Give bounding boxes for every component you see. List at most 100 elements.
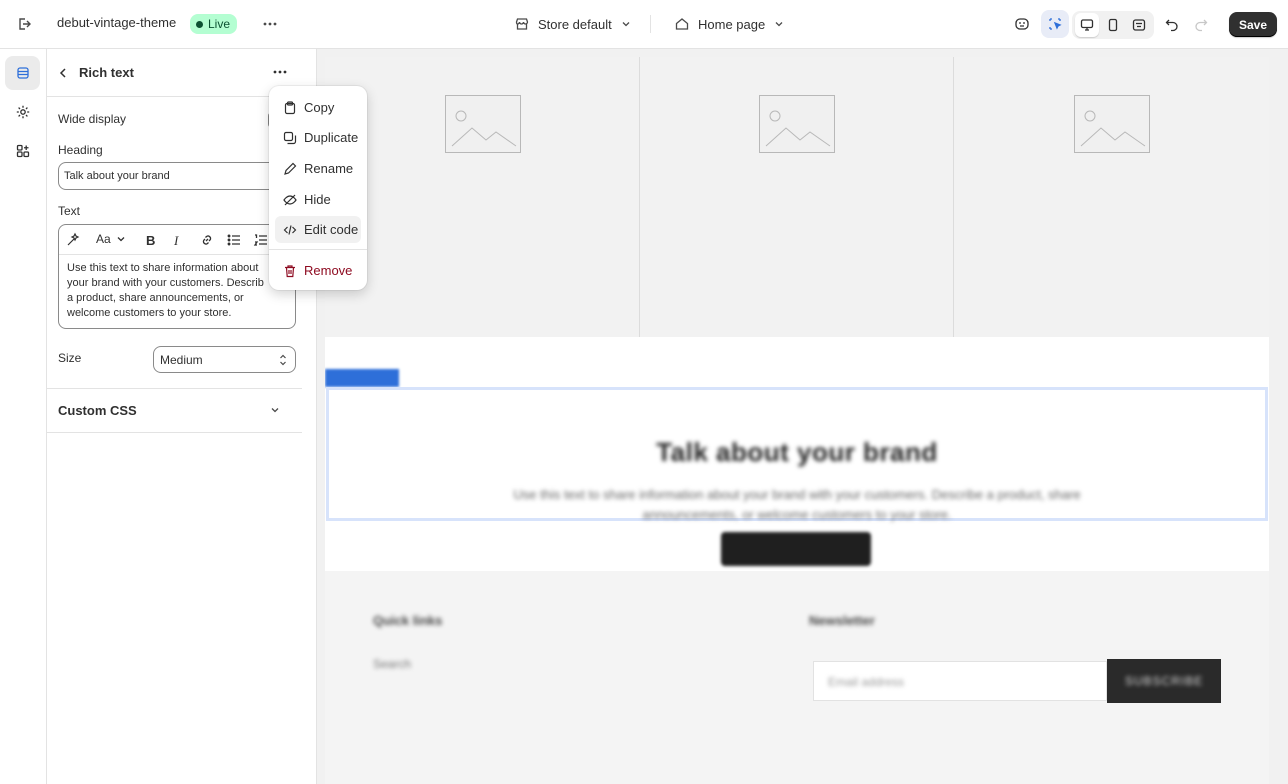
inspector-icon[interactable]	[1041, 10, 1069, 38]
home-icon	[675, 18, 689, 30]
menu-item-copy[interactable]: Copy	[275, 94, 361, 121]
menu-item-label: Remove	[304, 263, 353, 278]
clipboard-icon	[284, 100, 296, 114]
rich-text-body: Use this text to share information about…	[513, 487, 1081, 522]
wide-display-label: Wide display	[58, 112, 127, 126]
link-icon[interactable]	[199, 232, 215, 248]
heading-label: Heading	[58, 143, 103, 157]
live-dot-icon	[196, 20, 203, 28]
theme-settings-icon[interactable]	[5, 95, 40, 129]
image-placeholder-icon	[445, 95, 521, 153]
store-preview[interactable]: Talk about your brand Use this text to s…	[325, 57, 1269, 784]
divider	[47, 432, 302, 433]
footer-section: Quick links Search Newsletter Email addr…	[325, 571, 1269, 784]
menu-item-label: Edit code	[304, 222, 359, 237]
chevron-down-icon	[622, 22, 630, 27]
image-placeholder-cell[interactable]	[325, 57, 640, 337]
rte-line: welcome customers to your store.	[67, 307, 232, 319]
chevron-down-icon	[271, 408, 279, 413]
back-arrow-icon[interactable]	[49, 59, 77, 87]
image-placeholder-cell[interactable]	[640, 57, 954, 337]
image-placeholder-cell[interactable]	[954, 57, 1269, 337]
rich-text-heading: Talk about your brand	[656, 437, 938, 467]
image-placeholder-icon	[1074, 95, 1150, 153]
email-placeholder: Email address	[828, 675, 905, 689]
rich-text-editor[interactable]: Aa B I Use this text to share informatio…	[58, 224, 296, 329]
rte-line: Use this text to share information about	[67, 262, 259, 274]
viewport-toggle	[1072, 11, 1154, 39]
menu-item-hide[interactable]: Hide	[275, 186, 361, 213]
select-arrows-icon	[280, 354, 286, 366]
text-style-dropdown[interactable]: Aa	[96, 232, 127, 246]
text-label: Text	[58, 204, 81, 218]
custom-css-toggle[interactable]: Custom CSS	[47, 389, 302, 432]
divider	[47, 96, 302, 97]
mobile-view-icon[interactable]	[1101, 13, 1125, 37]
newsletter-email-input[interactable]: Email address	[813, 661, 1107, 701]
menu-item-label: Duplicate	[304, 130, 359, 145]
rte-content: Use this text to share information about…	[67, 261, 287, 321]
redo-icon[interactable]	[1187, 10, 1215, 38]
trash-icon	[285, 264, 295, 277]
footer-search-link[interactable]: Search	[373, 657, 411, 671]
divider	[650, 15, 651, 33]
theme-name: debut-vintage-theme	[57, 15, 177, 30]
rte-line: a product, share announcements, or	[67, 292, 244, 304]
bullet-list-icon[interactable]	[226, 232, 242, 248]
menu-item-remove[interactable]: Remove	[275, 257, 361, 284]
size-value: Medium	[160, 353, 203, 367]
subscribe-label: SUBSCRIBE	[1125, 674, 1204, 688]
chevron-down-icon	[775, 22, 783, 27]
heading-input-value: Talk about your brand	[64, 170, 170, 182]
exit-icon[interactable]	[10, 10, 38, 38]
italic-icon[interactable]: I	[174, 233, 178, 249]
rte-line: your brand with your customers. Describ	[67, 277, 264, 289]
accessibility-icon[interactable]	[1008, 10, 1036, 38]
menu-item-duplicate[interactable]: Duplicate	[275, 124, 361, 151]
selected-section-tag	[325, 369, 399, 387]
panel-title: Rich text	[79, 65, 134, 80]
store-selector[interactable]: Store default	[514, 14, 632, 34]
size-select[interactable]: Medium	[153, 346, 296, 373]
menu-item-edit-code[interactable]: Edit code	[275, 216, 361, 243]
menu-item-label: Hide	[304, 192, 331, 207]
live-badge: Live	[190, 14, 238, 34]
more-actions-icon[interactable]	[256, 10, 284, 38]
footer-links-title: Quick links	[373, 613, 443, 628]
page-selector[interactable]: Home page	[674, 14, 785, 34]
eye-slash-icon	[283, 194, 297, 205]
duplicate-icon	[283, 131, 297, 144]
heading-input[interactable]: Talk about your brand	[58, 162, 296, 190]
bold-icon[interactable]: B	[146, 233, 155, 248]
store-icon	[515, 18, 529, 30]
chevron-down-icon	[117, 237, 125, 242]
desktop-view-icon[interactable]	[1075, 13, 1099, 37]
live-label: Live	[208, 17, 231, 31]
size-label: Size	[58, 351, 82, 365]
section-floating-toolbar[interactable]	[721, 532, 871, 566]
custom-css-label: Custom CSS	[58, 403, 137, 418]
sections-icon[interactable]	[5, 56, 40, 90]
subscribe-button[interactable]: SUBSCRIBE	[1107, 659, 1221, 703]
section-more-icon[interactable]	[266, 58, 294, 86]
save-button[interactable]: Save	[1229, 12, 1277, 37]
menu-divider	[269, 249, 367, 250]
section-context-menu: Copy Duplicate Rename Hide Edit code Rem…	[269, 86, 367, 290]
pencil-icon	[284, 162, 297, 175]
menu-item-label: Copy	[304, 100, 335, 115]
numbered-list-icon[interactable]	[253, 232, 269, 248]
font-size-icon: Aa	[96, 232, 111, 246]
code-icon	[283, 224, 297, 235]
left-rail	[0, 49, 47, 784]
image-placeholder-icon	[759, 95, 835, 153]
page-label: Home page	[698, 16, 766, 32]
undo-icon[interactable]	[1158, 10, 1186, 38]
ai-sparkle-icon[interactable]	[65, 232, 81, 248]
fullscreen-icon[interactable]	[1127, 13, 1151, 37]
footer-newsletter-title: Newsletter	[809, 613, 875, 628]
store-label: Store default	[538, 16, 612, 32]
top-bar: debut-vintage-theme Live Store default H…	[0, 0, 1288, 49]
apps-icon[interactable]	[5, 134, 40, 168]
menu-item-rename[interactable]: Rename	[275, 155, 361, 182]
rte-toolbar: Aa B I	[59, 225, 295, 255]
